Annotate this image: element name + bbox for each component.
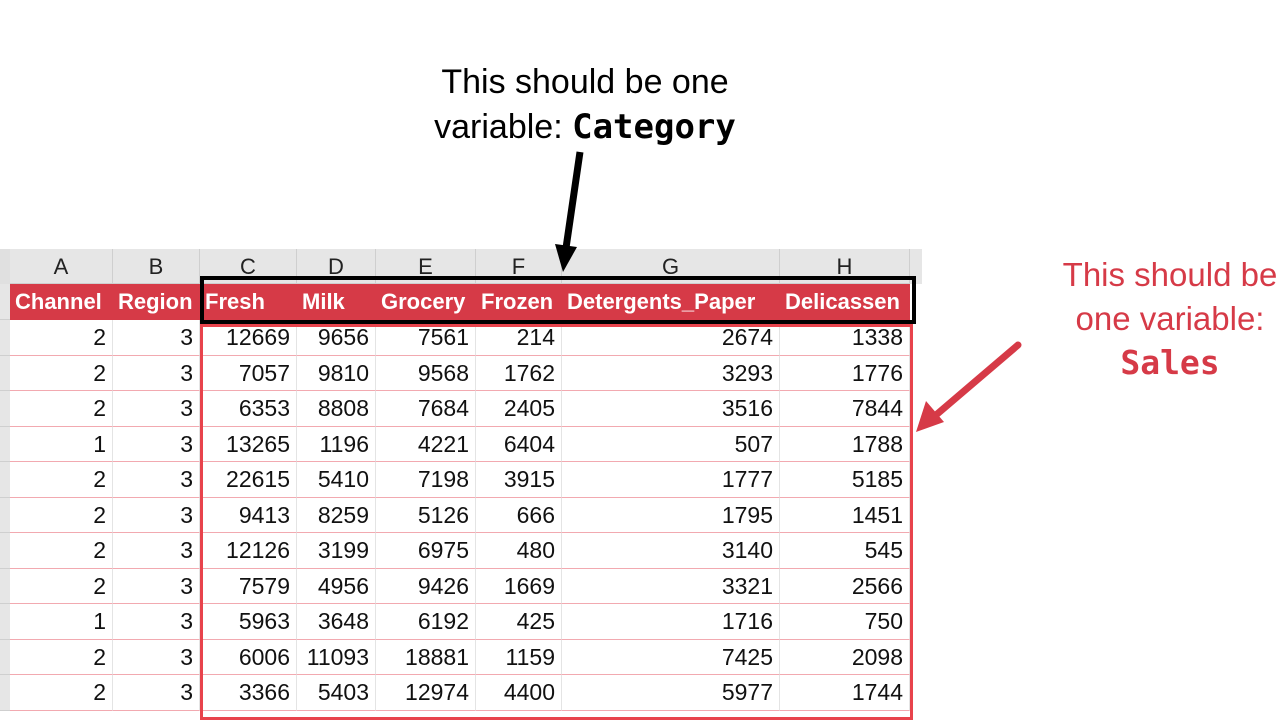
- table-cell[interactable]: 3: [113, 604, 200, 640]
- row-header[interactable]: [0, 604, 10, 640]
- select-all-corner[interactable]: [0, 249, 10, 284]
- sales-code: Sales: [1120, 343, 1220, 382]
- table-cell[interactable]: 3: [113, 355, 200, 391]
- red-arrow-icon: [916, 341, 1022, 432]
- row-header[interactable]: [0, 568, 10, 604]
- category-annotation-line2: variable: Category: [385, 105, 785, 150]
- row-header[interactable]: [0, 497, 10, 533]
- row-header[interactable]: [0, 675, 10, 711]
- table-cell[interactable]: 1: [10, 426, 113, 462]
- header-cell-channel[interactable]: Channel: [10, 284, 113, 320]
- row-header[interactable]: [0, 391, 10, 427]
- column-header-A[interactable]: A: [10, 249, 113, 284]
- sales-annotation: This should be one variable: Sales: [1020, 253, 1280, 385]
- category-code: Category: [572, 107, 736, 147]
- table-cell[interactable]: 2: [10, 568, 113, 604]
- column-header-B[interactable]: B: [113, 249, 200, 284]
- table-cell[interactable]: 3: [113, 391, 200, 427]
- table-cell[interactable]: 2: [10, 391, 113, 427]
- table-cell[interactable]: 3: [113, 568, 200, 604]
- row-header[interactable]: [0, 355, 10, 391]
- row-header[interactable]: [0, 462, 10, 498]
- header-cell-region[interactable]: Region: [113, 284, 200, 320]
- table-cell[interactable]: 3: [113, 320, 200, 356]
- table-cell[interactable]: 2: [10, 497, 113, 533]
- category-annotation: This should be one variable: Category: [385, 60, 785, 150]
- table-cell[interactable]: 2: [10, 355, 113, 391]
- row-header[interactable]: [0, 426, 10, 462]
- sales-highlight-box: [200, 324, 913, 720]
- table-cell[interactable]: 3: [113, 675, 200, 711]
- table-cell[interactable]: 2: [10, 675, 113, 711]
- row-header[interactable]: [0, 284, 10, 320]
- row-header[interactable]: [0, 639, 10, 675]
- table-cell[interactable]: 2: [10, 639, 113, 675]
- table-cell[interactable]: 3: [113, 639, 200, 675]
- table-cell[interactable]: 3: [113, 462, 200, 498]
- table-cell[interactable]: 2: [10, 533, 113, 569]
- table-cell[interactable]: 3: [113, 497, 200, 533]
- category-highlight-box: [200, 276, 916, 324]
- table-cell[interactable]: 1: [10, 604, 113, 640]
- table-cell[interactable]: 2: [10, 320, 113, 356]
- category-annotation-line1: This should be one: [441, 63, 729, 101]
- sales-annotation-line1: This should be: [1062, 256, 1278, 293]
- sales-annotation-line2: one variable:: [1075, 300, 1265, 337]
- table-cell[interactable]: 2: [10, 462, 113, 498]
- row-header[interactable]: [0, 533, 10, 569]
- table-cell[interactable]: 3: [113, 426, 200, 462]
- category-annotation-prefix: variable:: [434, 108, 573, 146]
- table-cell[interactable]: 3: [113, 533, 200, 569]
- row-header[interactable]: [0, 320, 10, 356]
